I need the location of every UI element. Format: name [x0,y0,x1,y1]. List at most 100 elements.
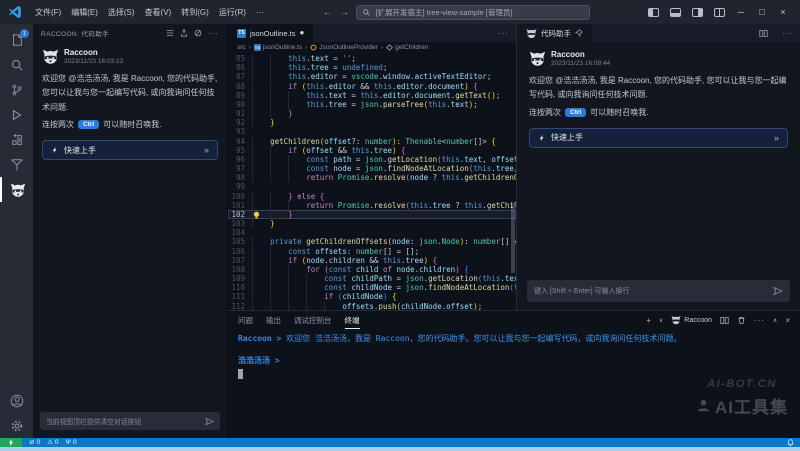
code-line-94[interactable]: 94 getChildren(offset?: number): Thenabl… [228,137,516,146]
panel-tab-1[interactable]: 输出 [266,311,281,329]
code-line-95[interactable]: 95 if (offset && this.tree) { [228,146,516,155]
code-text: if (node.children && this.tree) { [252,256,516,265]
code-line-110[interactable]: 110 const childNode = json.findNodeAtLoc… [228,283,516,292]
code-line-86[interactable]: 86 this.tree = undefined; [228,63,516,72]
code-line-103[interactable]: 103 } [228,219,516,228]
code-line-87[interactable]: 87 this.editor = vscode.window.activeTex… [228,72,516,81]
terminal-output[interactable]: Raccoon > 欢迎您 浩浩汤汤，我是 Raccoon，您的代码助手。您可以… [228,329,800,383]
code-line-111[interactable]: 111 if (childNode) { [228,292,516,301]
assistant-chat-input[interactable]: 键入 [Shift + Enter] 可输入换行 [527,280,790,302]
clear-chat-icon[interactable] [194,29,202,37]
testing-icon[interactable] [0,152,33,177]
history-list-icon[interactable] [166,29,174,37]
share-icon[interactable] [180,29,188,37]
raccoon-avatar [529,50,546,67]
typescript-file-icon: TS [237,29,246,38]
raccoon-view-icon[interactable] [0,177,33,202]
menu-item-3[interactable]: 查看(V) [140,8,177,17]
new-terminal-icon[interactable]: + [646,316,651,325]
code-line-107[interactable]: 107 if (node.children && this.tree) { [228,256,516,265]
code-line-85[interactable]: 85 this.text = ''; [228,54,516,63]
search-view-icon[interactable] [0,52,33,77]
code-line-98[interactable]: 98 return Promise.resolve(node ? this.ge… [228,173,516,182]
toggle-panel-icon[interactable] [670,8,681,17]
maximize-panel-icon[interactable]: ∧ [773,317,777,324]
code-line-96[interactable]: 96 const path = json.getLocation(this.te… [228,155,516,164]
breadcrumb-file[interactable]: TSjsonOutline.ts [254,44,302,51]
close-panel-icon[interactable]: × [785,316,790,325]
more-actions-icon[interactable]: ··· [208,29,219,38]
toggle-sidebar-icon[interactable] [648,8,659,17]
editor-more-actions-icon[interactable]: ··· [491,24,516,42]
pin-icon[interactable] [575,29,583,37]
source-control-icon[interactable] [0,77,33,102]
assistant-split-icon[interactable] [752,24,775,42]
tab-code-assistant[interactable]: 代码助手 [517,24,592,42]
code-line-105[interactable]: 105 private getChildrenOffsets(node: jso… [228,237,516,246]
code-line-89[interactable]: 89 this.text = this.editor.document.getT… [228,91,516,100]
code-line-97[interactable]: 97 const node = json.findNodeAtLocation(… [228,164,516,173]
breadcrumb-class[interactable]: JsonOutlineProvider [310,44,378,51]
code-line-108[interactable]: 108 for (const child of node.children) { [228,265,516,274]
kill-terminal-trash-icon[interactable] [737,316,746,325]
quick-start-button[interactable]: 快速上手 » [529,128,788,148]
panel-more-actions-icon[interactable]: ··· [754,316,765,325]
code-line-104[interactable]: 104 [228,228,516,237]
explorer-icon[interactable]: 1 [0,27,33,52]
workbench-main: 1 [0,24,800,438]
panel-tab-2[interactable]: 调试控制台 [294,311,332,329]
code-line-100[interactable]: 100 } else { [228,192,516,201]
notifications-bell-icon[interactable] [787,439,800,446]
minimize-button[interactable]: ─ [732,7,750,17]
settings-gear-icon[interactable] [0,413,33,438]
code-line-90[interactable]: 90 this.tree = json.parseTree(this.text)… [228,100,516,109]
code-line-109[interactable]: 109 const childPath = json.getLocation(t… [228,274,516,283]
quick-start-button[interactable]: 快速上手 » [42,140,218,160]
forward-arrow-icon[interactable]: → [339,7,349,18]
menu-item-5[interactable]: 运行(R) [214,8,251,17]
code-line-112[interactable]: 112 offsets.push(childNode.offset); [228,302,516,310]
menu-item-4[interactable]: 转到(G) [176,8,214,17]
code-line-93[interactable]: 93 [228,127,516,136]
tab-jsonoutline[interactable]: TS jsonOutline.ts ● [228,24,313,42]
run-debug-icon[interactable] [0,102,33,127]
modified-dot-icon[interactable]: ● [299,29,304,37]
code-editor[interactable]: 85 this.text = '';86 this.tree = undefin… [228,53,516,310]
code-line-92[interactable]: 92 } [228,118,516,127]
code-line-99[interactable]: 99 [228,182,516,191]
breadcrumb-method[interactable]: getChildren [386,44,428,51]
assistant-more-actions-icon[interactable]: ··· [775,24,800,42]
close-button[interactable]: × [774,7,792,17]
menu-item-1[interactable]: 编辑(E) [66,8,103,17]
code-line-106[interactable]: 106 const offsets: number[] = []; [228,247,516,256]
account-icon[interactable] [0,388,33,413]
raccoon-tab-icon [526,28,537,39]
send-icon[interactable] [773,286,783,296]
chevron-right-icon: » [774,133,779,143]
code-text: this.text = ''; [252,54,516,63]
extensions-icon[interactable] [0,127,33,152]
remote-indicator[interactable] [0,438,22,447]
panel-tab-3[interactable]: 终端 [345,311,360,329]
menu-item-6[interactable]: ··· [251,8,269,17]
send-icon[interactable] [205,417,214,426]
breadcrumb-src[interactable]: src [237,44,246,51]
customize-layout-icon[interactable] [714,8,725,17]
menu-item-2[interactable]: 选择(S) [103,8,140,17]
code-line-91[interactable]: 91 } [228,109,516,118]
problems-status[interactable]: ⊘0 ⚠0 Ψ0 [22,438,77,447]
back-arrow-icon[interactable]: ← [322,7,332,18]
maximize-button[interactable]: □ [753,7,771,17]
code-line-88[interactable]: 88 if (this.editor && this.editor.docume… [228,82,516,91]
terminal-profile[interactable]: Raccoon [671,315,712,325]
line-number: 95 [228,146,252,155]
panel-tab-0[interactable]: 问题 [238,311,253,329]
menu-item-0[interactable]: 文件(F) [30,8,66,17]
terminal-profile-dropdown-icon[interactable]: ∨ [659,317,663,324]
sidebar-bottom-input[interactable]: 当前视图顶栏提供清空对话按钮 [40,412,220,430]
code-line-102[interactable]: 102 } [228,210,516,219]
command-center-search[interactable]: [扩展开发宿主] tree-view-sample [管理员] [356,5,590,20]
toggle-secondary-sidebar-icon[interactable] [692,8,703,17]
split-terminal-icon[interactable] [720,316,729,325]
code-line-101[interactable]: 101 return Promise.resolve(this.tree ? t… [228,201,516,210]
